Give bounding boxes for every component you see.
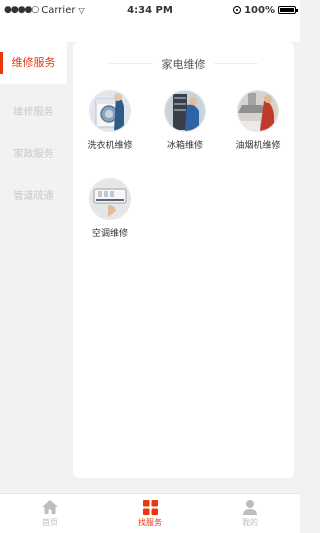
tab-label: 我的 (242, 518, 258, 527)
tab-home[interactable]: 首页 (0, 494, 100, 533)
tab-label: 首页 (42, 518, 58, 527)
sidebar-item-pipe[interactable]: 管道疏通 (0, 176, 67, 218)
tab-find-service[interactable]: 找服务 (100, 494, 200, 533)
service-label: 洗衣机维修 (87, 141, 133, 151)
service-label: 油烟机维修 (235, 141, 281, 151)
service-washing-machine[interactable]: 洗衣机维修 (80, 90, 140, 151)
wifi-icon: ▽ (78, 5, 85, 15)
sidebar-item-label: 家政服务 (13, 149, 54, 160)
header-spacer (0, 20, 300, 42)
sidebar-item-label: 维修服务 (11, 56, 56, 69)
divider (214, 63, 258, 64)
orientation-lock-icon (233, 6, 242, 14)
status-left: ●●●●○ Carrier ▽ (0, 5, 85, 16)
carrier-label: Carrier (41, 4, 76, 16)
service-label: 空调维修 (91, 229, 128, 239)
service-air-conditioner[interactable]: 空调维修 (80, 178, 140, 239)
category-sidebar: 维修服务 维修服务 家政服务 管道疏通 (0, 42, 67, 493)
status-bar: ●●●●○ Carrier ▽ 4:34 PM 100% (0, 0, 300, 20)
signal-icon: ●●●●○ (4, 5, 39, 15)
service-label: 冰箱维修 (166, 141, 203, 151)
section-title: 家电维修 (161, 58, 206, 71)
service-fridge[interactable]: 冰箱维修 (155, 90, 215, 151)
battery-icon (278, 6, 298, 14)
fridge-icon (164, 90, 206, 132)
sidebar-item-repair-2[interactable]: 维修服务 (0, 92, 67, 134)
user-icon (243, 499, 257, 515)
air-conditioner-icon (89, 178, 131, 220)
service-range-hood[interactable]: 油烟机维修 (228, 90, 288, 151)
grid-icon (142, 499, 158, 515)
tab-mine[interactable]: 我的 (200, 494, 300, 533)
bottom-tabbar: 首页 找服务 我的 (0, 493, 300, 533)
sidebar-item-label: 维修服务 (13, 107, 54, 118)
range-hood-icon (237, 90, 279, 132)
tab-label: 找服务 (138, 518, 162, 527)
battery-percent: 100% (244, 4, 275, 16)
home-icon (42, 499, 58, 515)
services-panel: 家电维修 洗衣机维修 冰箱维修 油烟机维修 空调维修 (73, 42, 294, 478)
sidebar-item-housekeeping[interactable]: 家政服务 (0, 134, 67, 176)
sidebar-item-repair[interactable]: 维修服务 (0, 42, 67, 84)
status-right: 100% (233, 5, 300, 16)
sidebar-item-label: 管道疏通 (13, 191, 54, 202)
washing-machine-icon (89, 90, 131, 132)
